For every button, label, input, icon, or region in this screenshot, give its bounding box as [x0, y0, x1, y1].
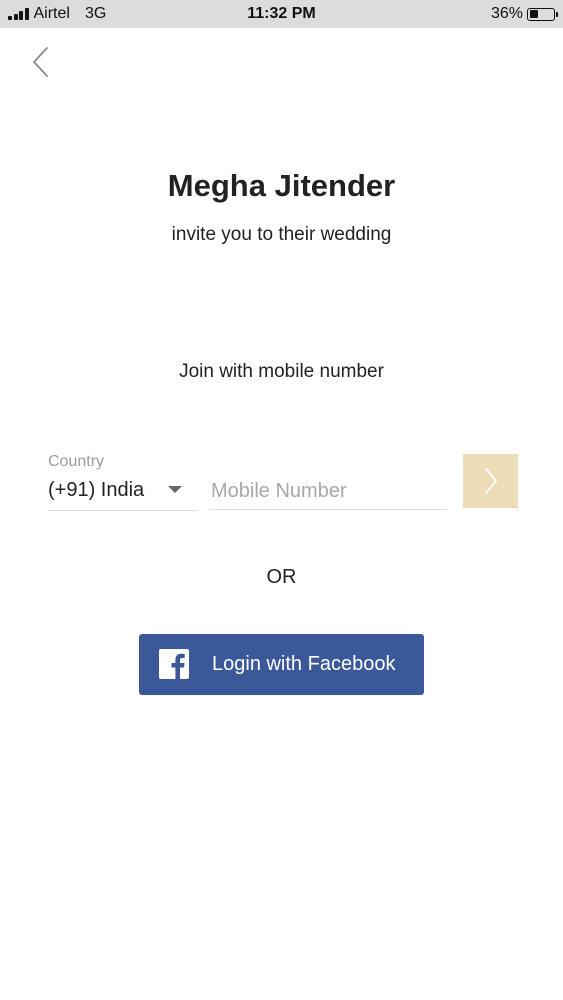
invite-message: invite you to their wedding	[171, 224, 392, 245]
battery-percent: 36%	[490, 5, 523, 22]
battery-icon	[527, 7, 558, 21]
join-heading: Join with mobile number	[179, 361, 384, 382]
country-select[interactable]: (+91) India	[48, 476, 198, 511]
country-label: Country	[48, 453, 105, 470]
chevron-left-icon	[33, 47, 48, 77]
status-time: 11:32 PM	[247, 5, 316, 22]
facebook-icon	[159, 649, 189, 679]
status-bar: Airtel 3G 11:32 PM 36%	[0, 0, 563, 28]
host-name: Megha Jitender	[167, 168, 396, 203]
battery-level	[529, 10, 538, 18]
chevron-right-icon	[484, 468, 497, 494]
status-right: 36%	[490, 5, 558, 23]
or-separator: OR	[266, 566, 297, 588]
caret-down-icon	[168, 486, 182, 493]
country-value: (+91) India	[48, 479, 145, 501]
facebook-login-label: Login with Facebook	[212, 653, 396, 675]
back-button[interactable]	[24, 42, 58, 82]
facebook-login-button[interactable]: Login with Facebook	[139, 634, 424, 695]
mobile-number-input[interactable]	[210, 474, 447, 510]
next-button[interactable]	[463, 454, 518, 508]
